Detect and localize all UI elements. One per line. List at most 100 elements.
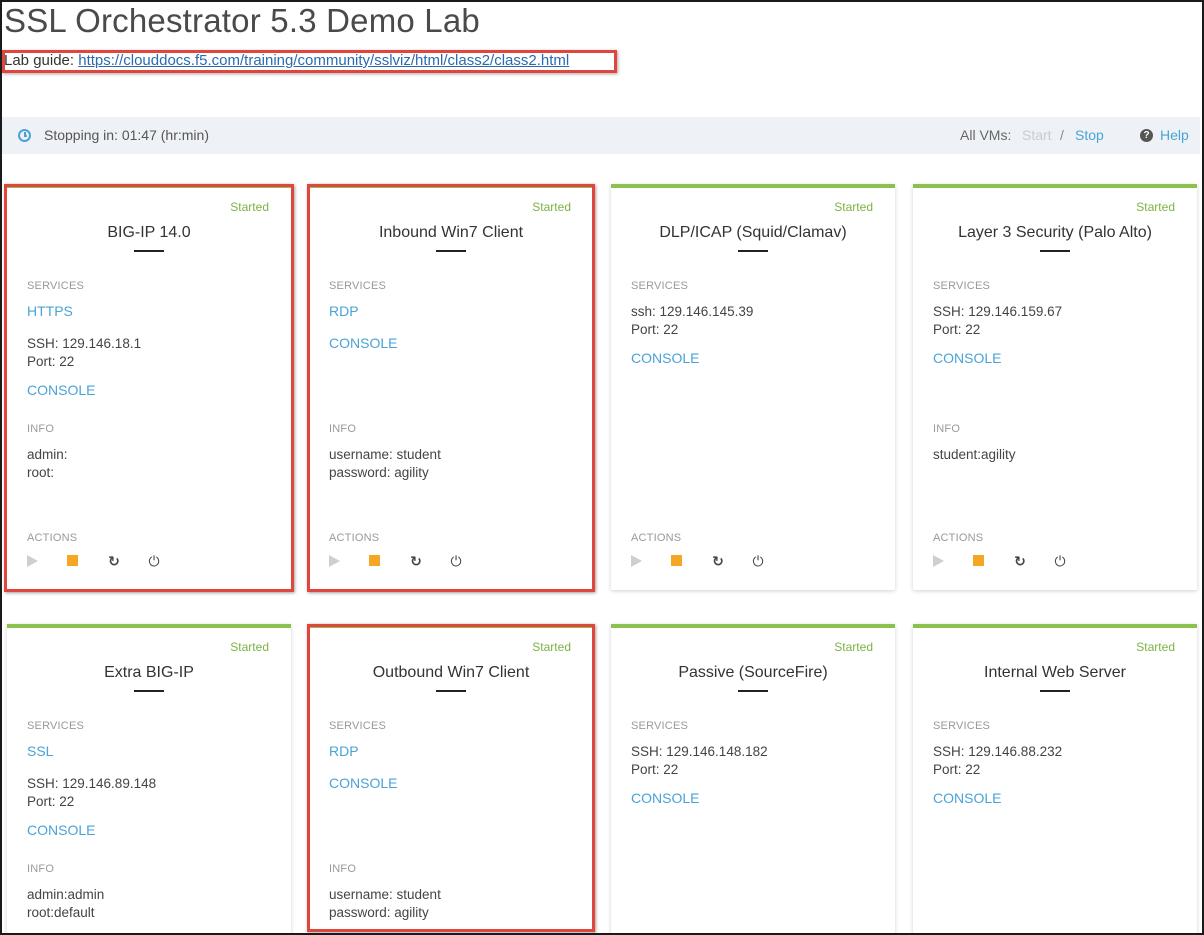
all-vms-label: All VMs:	[960, 127, 1012, 143]
ssh-info: ssh: 129.146.145.39 Port: 22	[631, 303, 753, 338]
vm-card-internal-web-server: Started Internal Web Server SERVICES SSH…	[913, 624, 1197, 935]
services-label: SERVICES	[933, 720, 991, 732]
info-label: INFO	[329, 423, 357, 435]
title-divider	[1040, 690, 1070, 692]
lab-guide-line: Lab guide: https://clouddocs.f5.com/trai…	[4, 52, 571, 69]
console-link[interactable]: CONSOLE	[27, 382, 95, 398]
vm-card-dlp-icap: Started DLP/ICAP (Squid/Clamav) SERVICES…	[611, 184, 895, 590]
vm-card-outbound-client: Started Outbound Win7 Client SERVICES RD…	[309, 624, 593, 935]
title-divider	[134, 250, 164, 252]
console-link[interactable]: CONSOLE	[933, 790, 1001, 806]
page-title: SSL Orchestrator 5.3 Demo Lab	[4, 2, 480, 39]
ssh-info: SSH: 129.146.88.232 Port: 22	[933, 743, 1062, 778]
ssh-port: Port: 22	[631, 761, 679, 777]
vm-name: Outbound Win7 Client	[372, 664, 530, 681]
actions-label: ACTIONS	[631, 532, 682, 544]
console-link[interactable]: CONSOLE	[27, 822, 95, 838]
info-line: admin:admin	[27, 887, 105, 902]
play-icon[interactable]	[27, 555, 38, 567]
vm-name: Layer 3 Security (Palo Alto)	[958, 224, 1152, 241]
title-divider	[436, 250, 466, 252]
vm-card-inbound-client: Started Inbound Win7 Client SERVICES RDP…	[309, 184, 593, 590]
actions-row: ↻ ⏻	[329, 552, 529, 568]
help-icon[interactable]: ?	[1140, 129, 1153, 142]
ssh-port: Port: 22	[27, 793, 75, 809]
actions-row: ↻ ⏻	[631, 552, 831, 568]
ssh-port: Port: 22	[933, 761, 981, 777]
info-label: INFO	[329, 863, 357, 875]
rdp-link[interactable]: RDP	[329, 743, 359, 759]
console-link[interactable]: CONSOLE	[631, 790, 699, 806]
refresh-icon[interactable]: ↻	[1013, 554, 1027, 568]
power-icon[interactable]: ⏻	[449, 554, 463, 568]
help-link[interactable]: Help	[1160, 127, 1189, 143]
actions-label: ACTIONS	[27, 532, 78, 544]
status-badge: Started	[1136, 640, 1175, 654]
ssh-port: Port: 22	[933, 321, 981, 337]
services-label: SERVICES	[329, 280, 387, 292]
vm-card-layer3-security: Started Layer 3 Security (Palo Alto) SER…	[913, 184, 1197, 590]
info-label: INFO	[27, 423, 55, 435]
lab-guide-label: Lab guide:	[4, 52, 79, 69]
info-line: username: student	[329, 887, 441, 902]
actions-label: ACTIONS	[329, 532, 380, 544]
ssh-port: Port: 22	[631, 321, 679, 337]
info-line: admin:	[27, 447, 68, 462]
console-link[interactable]: CONSOLE	[329, 335, 397, 351]
power-icon[interactable]: ⏻	[751, 554, 765, 568]
status-badge: Started	[1136, 200, 1175, 214]
ssh-address: SSH: 129.146.88.232	[933, 744, 1063, 759]
stop-icon[interactable]	[671, 555, 682, 566]
rdp-link[interactable]: RDP	[329, 303, 359, 319]
stop-all-button[interactable]: Stop	[1075, 127, 1104, 143]
clock-icon	[18, 129, 31, 142]
info-text: username: student password: agility	[329, 446, 441, 481]
start-all-button[interactable]: Start	[1022, 127, 1052, 143]
play-icon[interactable]	[329, 555, 340, 567]
ssh-port: Port: 22	[27, 353, 75, 369]
services-label: SERVICES	[329, 720, 387, 732]
stop-icon[interactable]	[67, 555, 78, 566]
lab-guide-link[interactable]: https://clouddocs.f5.com/training/commun…	[78, 52, 569, 69]
ssh-address: SSH: 129.146.159.67	[933, 304, 1063, 319]
vm-name: Passive (SourceFire)	[678, 664, 828, 681]
https-link[interactable]: HTTPS	[27, 303, 73, 319]
services-label: SERVICES	[933, 280, 991, 292]
vm-card-passive-sourcefire: Started Passive (SourceFire) SERVICES SS…	[611, 624, 895, 935]
info-text: admin: root:	[27, 446, 68, 481]
console-link[interactable]: CONSOLE	[631, 350, 699, 366]
title-divider	[738, 690, 768, 692]
ssh-address: SSH: 129.146.18.1	[27, 336, 142, 351]
vm-name: BIG-IP 14.0	[107, 224, 191, 241]
refresh-icon[interactable]: ↻	[711, 554, 725, 568]
actions-row: ↻ ⏻	[933, 552, 1133, 568]
vm-card-extra-bigip: Started Extra BIG-IP SERVICES SSL SSH: 1…	[7, 624, 291, 935]
services-label: SERVICES	[27, 720, 85, 732]
refresh-icon[interactable]: ↻	[107, 554, 121, 568]
power-icon[interactable]: ⏻	[147, 554, 161, 568]
console-link[interactable]: CONSOLE	[933, 350, 1001, 366]
info-line: student:agility	[933, 447, 1016, 462]
ssl-link[interactable]: SSL	[27, 743, 53, 759]
power-icon[interactable]: ⏻	[1053, 554, 1067, 568]
status-badge: Started	[532, 200, 571, 214]
ssh-info: SSH: 129.146.18.1 Port: 22	[27, 335, 141, 370]
info-text: username: student password: agility	[329, 886, 441, 921]
play-icon[interactable]	[933, 555, 944, 567]
play-icon[interactable]	[631, 555, 642, 567]
info-line: username: student	[329, 447, 441, 462]
refresh-icon[interactable]: ↻	[409, 554, 423, 568]
ssh-address: SSH: 129.146.89.148	[27, 776, 157, 791]
actions-label: ACTIONS	[933, 532, 984, 544]
status-badge: Started	[230, 640, 269, 654]
stop-icon[interactable]	[973, 555, 984, 566]
console-link[interactable]: CONSOLE	[329, 775, 397, 791]
info-text: admin:admin root:default	[27, 886, 104, 921]
status-badge: Started	[230, 200, 269, 214]
ssh-info: SSH: 129.146.159.67 Port: 22	[933, 303, 1062, 338]
info-line: root:default	[27, 904, 95, 920]
stop-icon[interactable]	[369, 555, 380, 566]
ssh-info: SSH: 129.146.148.182 Port: 22	[631, 743, 768, 778]
info-text: student:agility	[933, 446, 1016, 464]
status-badge: Started	[834, 200, 873, 214]
